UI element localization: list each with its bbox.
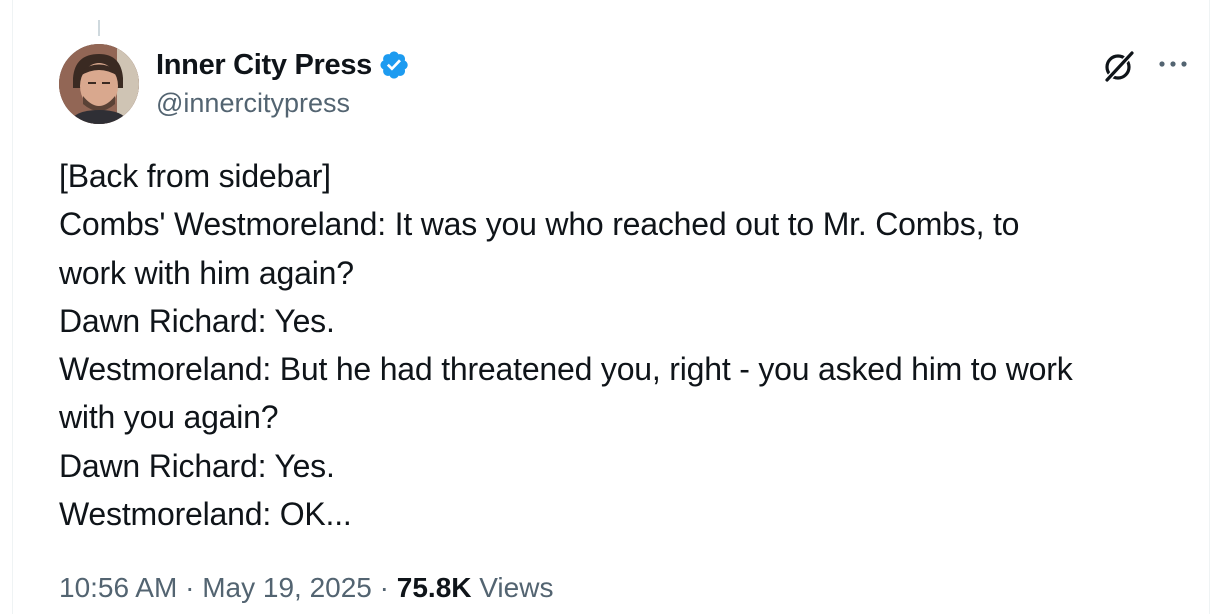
tweet-metadata: 10:56 AM · May 19, 2025 · 75.8K Views: [59, 572, 553, 604]
tweet-text-line: Westmoreland: But he had threatened you,…: [59, 351, 1073, 388]
avatar[interactable]: [59, 44, 139, 124]
display-name[interactable]: Inner City Press: [156, 49, 372, 82]
tweet-text-line: [Back from sidebar]: [59, 158, 331, 194]
thread-connector-line: [98, 20, 100, 36]
author-name-row[interactable]: Inner City Press: [156, 46, 410, 84]
author-handle[interactable]: @innercitypress: [156, 88, 350, 119]
views-label: Views: [479, 572, 554, 603]
tweet-time-link[interactable]: 10:56 AM · May 19, 2025: [59, 572, 372, 603]
tweet-text-line: work with him again?: [59, 254, 354, 291]
tweet-date: May 19, 2025: [202, 572, 372, 603]
tweet-text-line: Westmoreland: OK...: [59, 496, 352, 533]
views-count: 75.8K: [396, 572, 472, 603]
verified-badge-icon[interactable]: [378, 49, 410, 81]
meta-separator: ·: [371, 572, 397, 603]
tweet-time: 10:56 AM: [59, 572, 178, 603]
meta-separator: ·: [177, 572, 203, 603]
tweet-card[interactable]: Inner City Press @innercitypress [Back f…: [12, 0, 1210, 614]
grok-icon[interactable]: [1101, 48, 1137, 84]
views-link[interactable]: 75.8K Views: [397, 572, 554, 603]
tweet-text-line: Combs' Westmoreland: It was you who reac…: [59, 206, 1020, 243]
tweet-text-line: with you again?: [59, 399, 279, 436]
tweet-text: [Back from sidebar] Combs' Westmoreland:…: [59, 152, 1209, 538]
tweet-text-line: Dawn Richard: Yes.: [59, 447, 335, 484]
more-options-icon[interactable]: [1153, 52, 1193, 76]
tweet-text-line: Dawn Richard: Yes.: [59, 302, 335, 339]
